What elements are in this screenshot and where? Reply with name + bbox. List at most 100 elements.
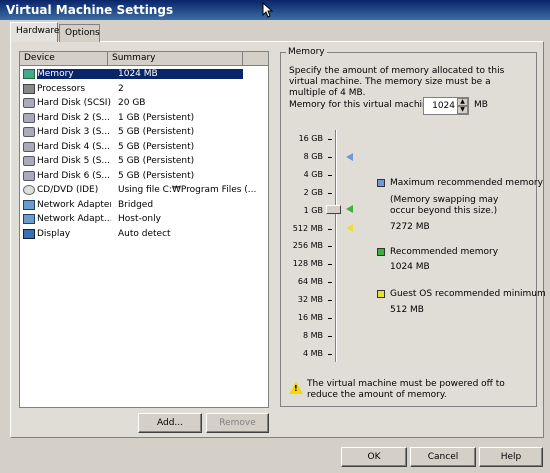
guest-min-marker-icon [346,224,353,232]
title-bar[interactable]: Virtual Machine Settings [0,0,550,20]
device-row[interactable]: Hard Disk (SCSI) 20 GB [20,96,268,111]
scale-tick-mark [328,246,332,248]
hard-disk-icon [23,141,35,152]
device-summary: 5 GB (Persistent) [118,127,195,138]
ok-button[interactable]: OK [341,447,407,467]
network-adapter-icon [23,199,35,210]
warning-icon: ! [289,382,303,394]
max-recommended-label: Maximum recommended memory [390,178,543,188]
scale-tick-label: 8 MB [302,330,323,340]
device-name: CD/DVD (IDE) [37,185,99,196]
scale-tick-label: 1 GB [303,205,323,215]
memory-group-title: Memory [286,47,327,57]
scale-tick-mark [328,192,332,194]
device-rows: Memory 1024 MB Processors 2 Hard Disk (SCSI)… [20,67,268,241]
scale-tick-mark [328,156,332,158]
device-row[interactable]: Network Adapter Bridged [20,198,268,213]
spin-up-icon[interactable]: ▲ [457,98,468,106]
scale-tick-label: 64 MB [297,277,323,287]
recommended-label: Recommended memory [390,247,499,257]
memory-slider-thumb[interactable] [326,205,341,214]
device-row[interactable]: Processors 2 [20,82,268,97]
device-name: Processors [37,83,86,94]
remove-button[interactable]: Remove [206,413,269,433]
device-name: Hard Disk 6 (S... [37,170,110,181]
cancel-button[interactable]: Cancel [410,447,476,467]
scale-tick-label: 16 MB [297,313,323,322]
scale-tick-mark [328,139,332,140]
guest-min-swatch-icon [377,290,385,298]
scale-tick-mark [328,228,332,230]
memory-field-label: Memory for this virtual machine: [289,100,437,110]
scale-tick-mark [328,353,332,355]
memory-icon [23,69,35,80]
device-summary: 1024 MB [111,69,243,80]
device-row[interactable]: Hard Disk 5 (S... 5 GB (Persistent) [20,154,268,169]
recommended-value: 1024 MB [390,262,430,272]
max-recommended-swatch-icon [377,179,385,187]
device-row[interactable]: Hard Disk 6 (S... 5 GB (Persistent) [20,169,268,184]
scale-tick-label: 32 MB [297,295,323,305]
scale-tick-label: 4 GB [303,169,323,179]
device-name: Hard Disk 2 (S... [37,112,110,123]
tab-hardware[interactable]: Hardware [10,22,59,42]
scale-tick-label: 512 MB [292,223,323,233]
device-row[interactable]: Hard Disk 4 (S... 5 GB (Persistent) [20,140,268,155]
device-summary: Auto detect [118,228,171,239]
device-summary: 2 [118,83,124,94]
window-title: Virtual Machine Settings [6,3,174,17]
device-row[interactable]: Memory 1024 MB [20,67,268,82]
device-row[interactable]: Hard Disk 2 (S... 1 GB (Persistent) [20,111,268,126]
device-row[interactable]: Network Adapt... Host-only [20,212,268,227]
column-header-summary[interactable]: Summary [108,52,243,66]
device-summary: 1 GB (Persistent) [118,112,195,123]
scale-tick-mark [328,335,332,337]
recommended-swatch-icon [377,248,385,256]
device-summary: 5 GB (Persistent) [118,156,195,167]
max-recommended-note: (Memory swapping may occur beyond this s… [390,195,499,216]
device-name: Network Adapt... [37,214,111,225]
help-button[interactable]: Help [479,447,543,467]
hard-disk-icon [23,170,35,181]
scale-tick-label: 8 GB [303,151,323,161]
memory-unit: MB [474,100,488,110]
scale-tick-mark [328,282,332,284]
network-adapter-icon [23,214,35,225]
processor-icon [23,83,35,94]
memory-description: Specify the amount of memory allocated t… [289,66,505,98]
max-recommended-marker-icon [346,153,353,161]
device-name: Hard Disk 3 (S... [37,127,110,138]
device-row[interactable]: Hard Disk 3 (S... 5 GB (Persistent) [20,125,268,140]
device-summary: Host-only [118,214,161,225]
mouse-cursor-icon [262,2,274,18]
device-summary: Using file C:₩Program Files (... [118,185,257,196]
hard-disk-icon [23,98,35,109]
spin-down-icon[interactable]: ▼ [457,106,468,114]
recommended-marker-icon [346,205,353,213]
memory-spinbox[interactable]: 1024 ▲ ▼ [423,97,469,115]
scale-tick-label: 4 MB [302,348,323,358]
scale-tick-mark [328,174,332,176]
device-name: Hard Disk 5 (S... [37,156,110,167]
tab-options[interactable]: Options [59,24,100,42]
memory-value[interactable]: 1024 [432,101,455,111]
device-row[interactable]: CD/DVD (IDE) Using file C:₩Program Files … [20,183,268,198]
cd-dvd-icon [23,185,35,196]
scale-tick-label: 16 GB [298,134,323,143]
column-header-device[interactable]: Device [20,52,108,66]
device-summary: 20 GB [118,98,146,109]
warning-text: The virtual machine must be powered off … [307,379,505,400]
device-row[interactable]: Display Auto detect [20,227,268,242]
scale-tick-label: 2 GB [303,187,323,197]
scale-tick-mark [328,300,332,302]
memory-slider-track[interactable] [335,130,337,362]
add-button[interactable]: Add... [138,413,202,433]
hard-disk-icon [23,127,35,138]
device-name: Display [37,228,71,239]
device-list-header: Device Summary [20,52,268,66]
scale-tick-mark [328,318,332,319]
device-list[interactable]: Device Summary Memory 1024 MB Processors 2 H… [19,51,269,408]
scale-tick-label: 128 MB [292,259,323,269]
hard-disk-icon [23,156,35,167]
device-name: Hard Disk (SCSI) [37,98,111,109]
